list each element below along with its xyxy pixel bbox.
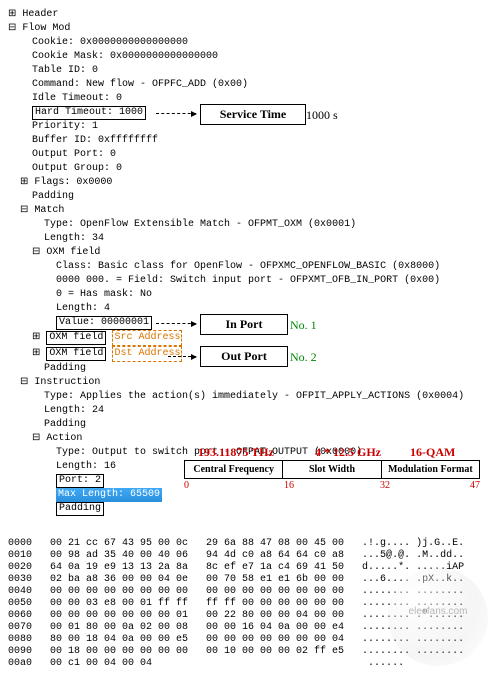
row-table-id: Table ID: 0 xyxy=(8,64,492,78)
hex-row: 00a0 00 c1 00 04 00 04 ...... xyxy=(8,658,492,670)
row-action-padding: Padding xyxy=(8,502,492,516)
row-cookie-mask: Cookie Mask: 0x0000000000000000 xyxy=(8,50,492,64)
row-flags[interactable]: ⊞ Flags: 0x0000 xyxy=(8,176,492,190)
hex-dump: 0000 00 21 cc 67 43 95 00 0c 29 6a 88 47… xyxy=(8,522,492,670)
expand-icon[interactable]: ⊞ xyxy=(32,332,46,343)
row-out-port: Output Port: 0 xyxy=(8,148,492,162)
arrow-icon xyxy=(156,113,196,114)
hex-row: 0020 64 0a 19 e9 13 13 2a 8a 8c ef e7 1a… xyxy=(8,562,492,574)
row-instr-type: Type: Applies the action(s) immediately … xyxy=(8,390,492,404)
hex-row: 0070 00 01 80 00 0a 02 00 08 00 00 16 04… xyxy=(8,622,492,634)
row-padding1: Padding xyxy=(8,190,492,204)
row-action-maxlen: Max Length: 65509 xyxy=(8,488,492,502)
expand-icon[interactable]: ⊞ xyxy=(8,9,22,20)
row-out-group: Output Group: 0 xyxy=(8,162,492,176)
row-command: Command: New flow - OFPFC_ADD (0x00) xyxy=(8,78,492,92)
ruler-tick: 32 xyxy=(380,480,390,491)
row-match-length: Length: 34 xyxy=(8,232,492,246)
expand-icon[interactable]: ⊞ xyxy=(32,348,46,359)
collapse-icon[interactable]: ⊟ xyxy=(8,23,22,34)
tree-header[interactable]: ⊞ Header xyxy=(8,8,492,22)
row-action[interactable]: ⊟ Action xyxy=(8,432,492,446)
row-instr-padding: Padding xyxy=(8,418,492,432)
hex-row: 0050 00 00 03 e8 00 01 ff ff ff ff 00 00… xyxy=(8,598,492,610)
collapse-icon[interactable]: ⊟ xyxy=(32,433,46,444)
in-port-value: No. 1 xyxy=(290,318,317,333)
src-address-label: Src Address xyxy=(112,330,182,346)
hex-row: 0060 00 00 00 00 00 00 00 01 00 22 80 00… xyxy=(8,610,492,622)
tree-flowmod[interactable]: ⊟ Flow Mod xyxy=(8,22,492,36)
out-port-value: No. 2 xyxy=(290,350,317,365)
table-cell: Central Frequency xyxy=(185,461,283,478)
row-cookie: Cookie: 0x0000000000000000 xyxy=(8,36,492,50)
hex-row: 0010 00 98 ad 35 40 00 40 06 94 4d c0 a8… xyxy=(8,550,492,562)
ruler-tick: 16 xyxy=(284,480,294,491)
row-match[interactable]: ⊟ Match xyxy=(8,204,492,218)
arrow-icon xyxy=(168,356,196,357)
service-time-box: Service Time xyxy=(200,104,306,125)
collapse-icon[interactable]: ⊟ xyxy=(32,247,46,258)
row-match-type: Type: OpenFlow Extensible Match - OFPMT_… xyxy=(8,218,492,232)
ruler-tick: 47 xyxy=(470,480,480,491)
collapse-icon[interactable]: ⊟ xyxy=(20,205,34,216)
row-oxm-field[interactable]: ⊟ OXM field xyxy=(8,246,492,260)
central-freq-label: 193.11875 THz xyxy=(198,445,274,460)
hex-row: 0030 02 ba a8 36 00 00 04 0e 00 70 58 e1… xyxy=(8,574,492,586)
collapse-icon[interactable]: ⊟ xyxy=(20,377,34,388)
hex-row: 0000 00 21 cc 67 43 95 00 0c 29 6a 88 47… xyxy=(8,538,492,550)
arrow-icon xyxy=(156,323,196,324)
in-port-box: In Port xyxy=(200,314,288,335)
row-instr-length: Length: 24 xyxy=(8,404,492,418)
slot-width-label: 4 * 12.5 GHz xyxy=(315,445,381,460)
row-oxm-class: Class: Basic class for OpenFlow - OFPXMC… xyxy=(8,260,492,274)
hex-row: 0040 00 00 00 00 00 00 00 00 00 00 00 00… xyxy=(8,586,492,598)
expand-icon[interactable]: ⊞ xyxy=(20,177,34,188)
service-time-value: 1000 s xyxy=(306,108,338,123)
hex-row: 0080 80 00 18 04 0a 00 00 e5 00 00 00 00… xyxy=(8,634,492,646)
row-oxm-hasmask: 0 = Has mask: No xyxy=(8,288,492,302)
dst-address-label: Dst Address xyxy=(112,346,182,362)
padding-table: Central Frequency Slot Width Modulation … xyxy=(184,460,480,479)
mod-format-label: 16-QAM xyxy=(410,445,455,460)
table-cell: Slot Width xyxy=(283,461,381,478)
hex-row: 0090 00 18 00 00 00 00 00 00 00 10 00 00… xyxy=(8,646,492,658)
out-port-box: Out Port xyxy=(200,346,288,367)
row-oxm-fieldbits: 0000 000. = Field: Switch input port - O… xyxy=(8,274,492,288)
row-buffer-id: Buffer ID: 0xffffffff xyxy=(8,134,492,148)
table-cell: Modulation Format xyxy=(382,461,479,478)
row-instruction[interactable]: ⊟ Instruction xyxy=(8,376,492,390)
ruler-tick: 0 xyxy=(184,480,189,491)
